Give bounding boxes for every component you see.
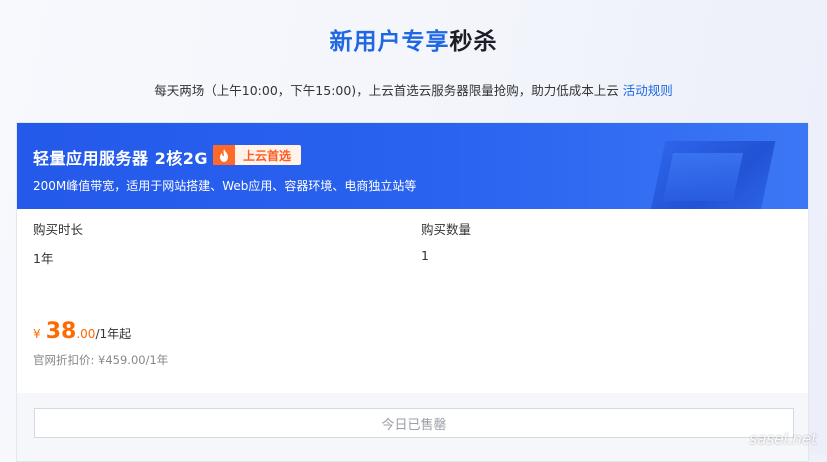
title-highlight: 新用户专享 [329, 29, 450, 55]
price: ¥ 38.00/1年起 [33, 319, 131, 344]
price-symbol: ¥ [33, 327, 41, 341]
price-integer: 38 [45, 319, 77, 344]
original-price: 官网折扣价: ¥459.00/1年 [33, 353, 169, 367]
product-name: 轻量应用服务器 2核2G [33, 149, 208, 168]
title-rest: 秒杀 [449, 29, 498, 55]
product-card: 轻量应用服务器 2核2G 上云首选 200M峰值带宽，适用于网站搭建、Web应用… [16, 122, 809, 462]
subtitle-text: 每天两场（上午10:00，下午15:00)，上云首选云服务器限量抢购，助力低成本… [154, 83, 619, 98]
price-decimal: .00 [76, 327, 96, 341]
duration-selector[interactable]: 1年 [33, 248, 53, 267]
flame-icon [213, 145, 235, 165]
badge-label: 上云首选 [243, 148, 292, 163]
duration-label: 购买时长 [33, 222, 84, 237]
activity-subtitle: 每天两场（上午10:00，下午15:00)，上云首选云服务器限量抢购，助力低成本… [0, 80, 827, 99]
page-title: 新用户专享秒杀 [0, 22, 827, 56]
soldout-button[interactable]: 今日已售罄 [34, 408, 794, 438]
recommend-badge: 上云首选 [213, 145, 302, 165]
price-unit: /1年起 [95, 327, 132, 341]
quantity-value[interactable]: 1 [421, 248, 429, 263]
quantity-label: 购买数量 [421, 222, 472, 237]
card-header: 轻量应用服务器 2核2G 上云首选 200M峰值带宽，适用于网站搭建、Web应用… [17, 123, 808, 209]
watermark: sasel.net [749, 430, 817, 448]
product-description: 200M峰值带宽，适用于网站搭建、Web应用、容器环境、电商独立站等 [33, 179, 417, 193]
header-decoration-inner [662, 153, 744, 201]
activity-rules-link[interactable]: 活动规则 [623, 83, 673, 98]
